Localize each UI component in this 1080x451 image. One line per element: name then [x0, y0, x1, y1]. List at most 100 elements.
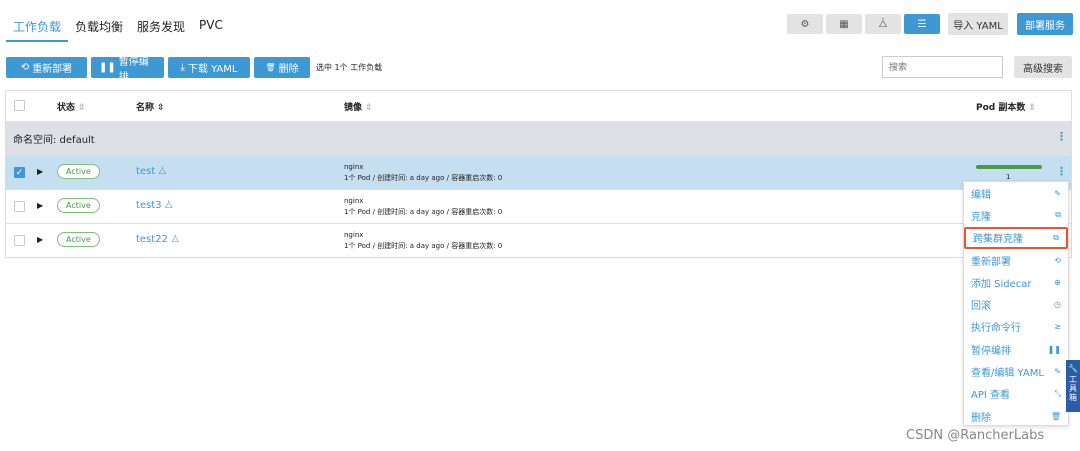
- row-checkbox[interactable]: [14, 201, 25, 212]
- namespace-menu-icon[interactable]: ⋮: [1056, 130, 1067, 143]
- pause-button[interactable]: ❚❚ 暂停编排: [91, 57, 164, 83]
- menu-item-label: 克隆: [971, 211, 991, 223]
- column-image[interactable]: 镜像 ⇳: [344, 100, 373, 113]
- sort-icon: ⇳: [365, 102, 373, 113]
- menu-item-delete[interactable]: 删除 🗑: [964, 405, 1068, 427]
- trash-icon: 🗑: [1050, 411, 1061, 421]
- advanced-search-button[interactable]: 高级搜索: [1014, 56, 1072, 78]
- row-menu-icon[interactable]: ⋮: [1056, 165, 1067, 178]
- row-checkbox[interactable]: [14, 235, 25, 246]
- column-status[interactable]: 状态 ⇳: [57, 100, 86, 113]
- menu-item-view-edit-yaml[interactable]: 查看/编辑 YAML ✎: [964, 360, 1068, 382]
- redeploy-button[interactable]: ⟲ 重新部署: [6, 57, 87, 78]
- workload-name: test22: [136, 234, 168, 245]
- workload-link[interactable]: test ⧊: [136, 166, 166, 177]
- workload-link[interactable]: test22 ⧊: [136, 234, 179, 245]
- workload-name: test: [136, 166, 156, 177]
- column-pods[interactable]: Pod 副本数 ⇳: [976, 100, 1036, 113]
- expand-icon[interactable]: ▶: [37, 167, 43, 176]
- expand-icon[interactable]: ▶: [37, 235, 43, 244]
- wrench-icon: 🔧: [1068, 364, 1078, 373]
- menu-item-add-sidecar[interactable]: 添加 Sidecar ⊕: [964, 271, 1068, 293]
- sort-icon: ⇳: [157, 102, 165, 113]
- menu-item-pause[interactable]: 暂停编排 ❚❚: [964, 338, 1068, 360]
- view-mode-group: ⚙ ▦ ⧊ ☰: [787, 14, 940, 34]
- gear-icon[interactable]: ⚙: [787, 14, 823, 34]
- workload-table: 状态 ⇳ 名称 ⇳ 镜像 ⇳ Pod 副本数 ⇳ 命名空间: default ⋮…: [5, 90, 1072, 258]
- workload-link[interactable]: test3 ⧊: [136, 200, 173, 211]
- redeploy-label: 重新部署: [32, 64, 73, 75]
- column-name[interactable]: 名称 ⇳: [136, 100, 165, 113]
- delete-button[interactable]: 🗑 删除: [254, 57, 310, 78]
- delete-label: 删除: [278, 64, 299, 75]
- workload-meta: 1个 Pod / 创建时间: a day ago / 容器重启次数: 0: [344, 242, 503, 250]
- download-icon: ⤓: [180, 62, 185, 73]
- pencil-icon: ✎: [1054, 367, 1061, 377]
- status-badge: Active: [57, 198, 100, 213]
- table-row[interactable]: ▶ Active test3 ⧊ nginx 1个 Pod / 创建时间: a …: [6, 189, 1071, 223]
- image-name: nginx: [344, 231, 364, 239]
- bulk-actions: ⟲ 重新部署 ❚❚ 暂停编排 ⤓ 下载 YAML 🗑 删除 选中 1个 工作负载: [6, 57, 383, 83]
- pause-icon: ❚❚: [99, 62, 116, 73]
- pause-icon: ❚❚: [1047, 344, 1061, 354]
- toolbox-label: 工具箱: [1069, 375, 1077, 402]
- sort-icon: ⇳: [78, 102, 86, 113]
- import-yaml-button[interactable]: 导入 YAML: [948, 13, 1008, 35]
- menu-item-label: 暂停编排: [971, 345, 1011, 357]
- tab-load-balancing[interactable]: 负载均衡: [68, 10, 130, 42]
- menu-item-label: 跨集群克隆: [973, 234, 1023, 246]
- workload-name: test3: [136, 200, 162, 211]
- api-icon: ⤡: [1054, 388, 1061, 398]
- terminal-icon: ≥: [1054, 322, 1061, 332]
- tab-pvc[interactable]: PVC: [192, 10, 230, 42]
- menu-item-api-view[interactable]: API 查看 ⤡: [964, 383, 1068, 405]
- redeploy-icon: ⟲: [1054, 255, 1061, 265]
- pod-progress-fill: [976, 165, 1042, 169]
- tab-service-discovery[interactable]: 服务发现: [130, 10, 192, 42]
- image-name: nginx: [344, 197, 364, 205]
- plus-circle-icon: ⊕: [1054, 277, 1061, 287]
- menu-item-cross-cluster-clone[interactable]: 跨集群克隆 ⧉: [964, 226, 1068, 249]
- download-label: 下载 YAML: [187, 64, 238, 75]
- pause-label: 暂停编排: [118, 56, 149, 83]
- copy-icon: ⧉: [1053, 232, 1059, 242]
- menu-item-label: 添加 Sidecar: [971, 278, 1032, 290]
- namespace-label: 命名空间: default: [13, 134, 95, 146]
- status-badge: Active: [57, 164, 100, 179]
- status-badge: Active: [57, 232, 100, 247]
- menu-item-label: 执行命令行: [971, 323, 1021, 335]
- history-icon: ◷: [1054, 300, 1061, 310]
- menu-item-clone[interactable]: 克隆 ⧉: [964, 204, 1068, 226]
- deploy-service-button[interactable]: 部署服务: [1017, 13, 1073, 35]
- cluster-icon: ⧊: [171, 235, 180, 245]
- menu-item-redeploy[interactable]: 重新部署 ⟲: [964, 249, 1068, 271]
- table-row[interactable]: ✓ ▶ Active test ⧊ nginx 1个 Pod / 创建时间: a…: [6, 155, 1071, 189]
- expand-icon[interactable]: ▶: [37, 201, 43, 210]
- select-all-checkbox[interactable]: [14, 100, 25, 111]
- table-row[interactable]: ▶ Active test22 ⧊ nginx 1个 Pod / 创建时间: a…: [6, 223, 1071, 257]
- pod-progress-bar: [976, 165, 1042, 169]
- top-tabs: 工作负载 负载均衡 服务发现 PVC: [6, 10, 230, 42]
- selection-info: 选中 1个 工作负载: [316, 63, 383, 72]
- nodes-icon[interactable]: ⧊: [865, 14, 901, 34]
- menu-item-edit[interactable]: 编辑 ✎: [964, 182, 1068, 204]
- row-checkbox[interactable]: ✓: [14, 167, 25, 178]
- grid-icon[interactable]: ▦: [826, 14, 862, 34]
- menu-item-label: API 查看: [971, 390, 1010, 402]
- menu-item-label: 编辑: [971, 189, 991, 201]
- download-yaml-button[interactable]: ⤓ 下载 YAML: [168, 57, 250, 78]
- list-tree-icon[interactable]: ☰: [904, 14, 940, 34]
- toolbox-tab[interactable]: 🔧 工具箱: [1066, 360, 1080, 412]
- copy-icon: ⧉: [1055, 210, 1061, 220]
- menu-item-label: 查看/编辑 YAML: [971, 368, 1044, 380]
- menu-item-exec-shell[interactable]: 执行命令行 ≥: [964, 316, 1068, 338]
- watermark: CSDN @RancherLabs: [906, 428, 1045, 443]
- menu-item-rollback[interactable]: 回滚 ◷: [964, 293, 1068, 315]
- cluster-icon: ⧊: [158, 167, 167, 177]
- sort-icon: ⇳: [1028, 102, 1037, 113]
- row-action-menu: 编辑 ✎ 克隆 ⧉ 跨集群克隆 ⧉ 重新部署 ⟲ 添加 Sidecar ⊕ 回滚 ◷ 执行命…: [963, 181, 1069, 426]
- cluster-icon: ⧊: [164, 201, 173, 211]
- tab-workloads[interactable]: 工作负载: [6, 10, 69, 42]
- search-input[interactable]: [882, 56, 1003, 78]
- menu-item-label: 回滚: [971, 301, 991, 313]
